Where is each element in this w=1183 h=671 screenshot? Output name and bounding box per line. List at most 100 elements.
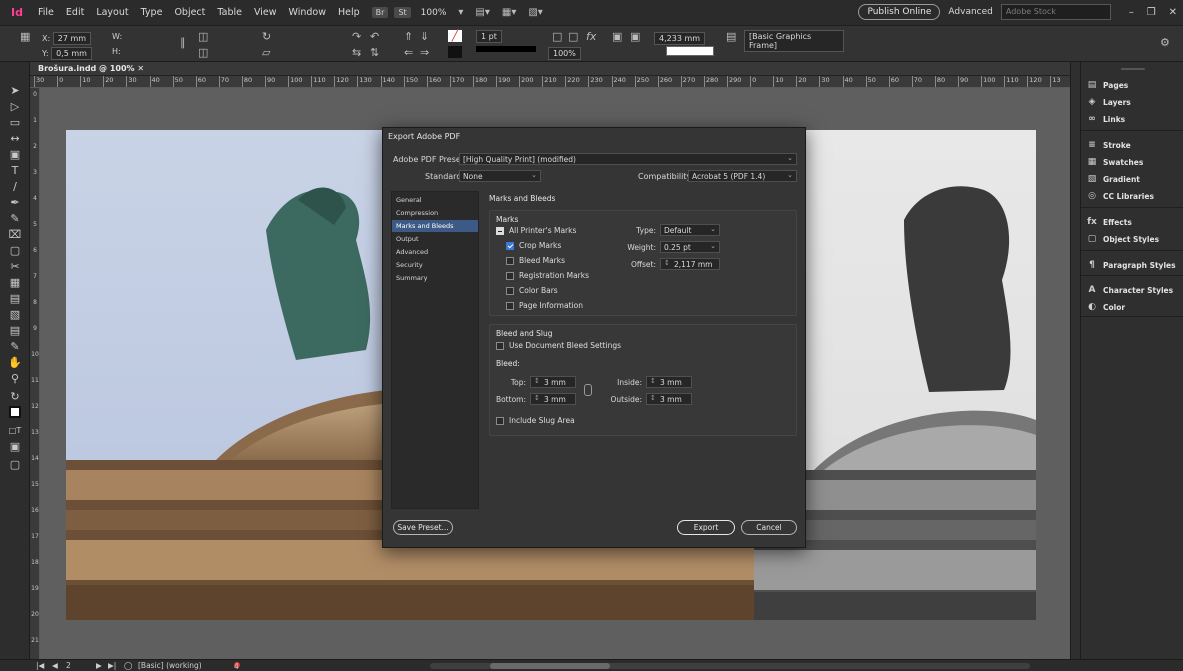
constrain-proportions-icon[interactable]: ∥ [180,36,186,49]
rectangle-tool-icon[interactable]: ▢ [7,244,23,258]
horizontal-scrollbar[interactable] [430,663,1030,669]
standard-select[interactable]: None ⌄ [459,170,541,182]
formatting-container-icon[interactable]: □T [7,424,23,438]
nav-output[interactable]: Output [392,233,478,245]
y-value[interactable]: 0,5 mm [51,47,92,60]
menu-help[interactable]: Help [332,7,366,18]
x-field[interactable]: X: 27 mm [42,32,92,45]
eyedropper-tool-icon[interactable]: ✎ [7,340,23,354]
arrange-documents-icon[interactable]: ▧▾ [528,7,542,18]
document-tab[interactable]: Brošura.indd @ 100% ✕ [38,64,144,73]
effects-fx-icon[interactable]: fx [586,30,596,43]
reference-point-icon[interactable]: ▦ [20,30,30,43]
opacity-value[interactable]: 100% [548,47,581,60]
panel-cc-libraries[interactable]: ◎ CC Libraries [1085,189,1154,203]
bleed-marks-checkbox[interactable]: Bleed Marks [506,256,565,265]
preset-select[interactable]: [High Quality Print] (modified) ⌄ [459,153,797,165]
gradient-swatch-tool-icon[interactable]: ▤ [7,292,23,306]
close-tab-icon[interactable]: ✕ [137,64,144,73]
panel-menu-icon[interactable]: ⚙ [1160,36,1170,49]
checkbox-unchecked[interactable] [496,416,504,425]
stroke-weight-field[interactable]: 1 pt [476,30,502,43]
scale-y-icon[interactable]: ◫ [198,46,208,59]
maximize-icon[interactable]: ❐ [1147,7,1156,18]
panel-layers[interactable]: ◈ Layers [1085,95,1131,109]
select-next-icon[interactable]: ⇒ [420,46,429,59]
menu-view[interactable]: View [248,7,283,18]
nav-advanced[interactable]: Advanced [392,246,478,258]
menu-layout[interactable]: Layout [90,7,134,18]
page-tool-icon[interactable]: ▭ [7,116,23,130]
gap-value[interactable]: 4,233 mm [654,32,706,45]
crop-marks-checkbox[interactable]: Crop Marks [506,241,561,250]
save-preset-button[interactable]: Save Preset... [393,520,453,535]
bleed-outside-field[interactable]: 3 mm [646,393,692,405]
panel-color[interactable]: ◐ Color [1085,300,1125,314]
content-collector-icon[interactable]: ▣ [7,148,23,162]
page-number-field[interactable]: 2 [66,661,71,670]
y-field[interactable]: Y: 0,5 mm [42,47,92,60]
panel-paragraph-styles[interactable]: ¶ Paragraph Styles [1085,258,1175,272]
swap-fill-stroke-icon[interactable]: ↻ [7,390,23,404]
panel-grip[interactable] [1121,68,1145,70]
rotate-90-cw-icon[interactable]: ↷ [352,30,361,43]
bleed-bottom-field[interactable]: 3 mm [530,393,576,405]
stroke-swatch-icon[interactable] [448,46,462,58]
minimize-icon[interactable]: – [1129,7,1134,18]
stock-button[interactable]: St [394,7,411,18]
last-page-icon[interactable]: ▶| [108,661,116,670]
pencil-tool-icon[interactable]: ✎ [7,212,23,226]
next-page-icon[interactable]: ▶ [96,661,102,670]
menu-table[interactable]: Table [211,7,248,18]
rotate-90-ccw-icon[interactable]: ↶ [370,30,379,43]
rectangle-frame-tool-icon[interactable]: ⌧ [7,228,23,242]
export-button[interactable]: Export [677,520,735,535]
w-field[interactable]: W: [112,32,122,41]
checkbox-unchecked[interactable] [506,301,514,310]
panel-swatches[interactable]: ▦ Swatches [1085,155,1144,169]
publish-online-button[interactable]: Publish Online [858,4,941,20]
color-bars-checkbox[interactable]: Color Bars [506,286,558,295]
workspace-switcher[interactable]: Advanced [948,7,992,17]
select-content-icon[interactable]: ⇓ [420,30,429,43]
previous-page-icon[interactable]: ◀ [52,661,58,670]
note-tool-icon[interactable]: ▤ [7,324,23,338]
panel-links[interactable]: ∞ Links [1085,112,1125,126]
corner-options-icon[interactable]: □ [568,30,578,43]
preflight-profile[interactable]: [Basic] (working) [138,661,202,670]
frame-fitting-icon[interactable]: □ [552,30,562,43]
panel-effects[interactable]: fx Effects [1085,215,1132,229]
checkbox-unchecked[interactable] [506,286,514,295]
object-style-select[interactable]: [Basic Graphics Frame] [744,30,844,52]
cancel-button[interactable]: Cancel [741,520,797,535]
bleed-inside-field[interactable]: 3 mm [646,376,692,388]
panel-pages[interactable]: ▤ Pages [1085,78,1129,92]
center-content-icon[interactable]: ▣ [630,30,640,43]
close-icon[interactable]: ✕ [1169,7,1177,18]
checkbox-unchecked[interactable] [506,256,514,265]
type-tool-icon[interactable]: T [7,164,23,178]
panel-stroke[interactable]: ≡ Stroke [1085,138,1131,152]
compatibility-select[interactable]: Acrobat 5 (PDF 1.4) ⌄ [688,170,797,182]
all-printers-marks-checkbox[interactable]: All Printer's Marks [496,226,576,235]
opacity-field[interactable]: 100% [548,47,581,60]
panel-gradient[interactable]: ▧ Gradient [1085,172,1140,186]
flip-horizontal-icon[interactable]: ⇆ [352,46,361,59]
select-container-icon[interactable]: ⇑ [404,30,413,43]
offset-field[interactable]: 2,117 mm [660,258,720,270]
shear-icon[interactable]: ▱ [262,46,270,59]
scale-x-icon[interactable]: ◫ [198,30,208,43]
page-information-checkbox[interactable]: Page Information [506,301,583,310]
stroke-type-select[interactable] [476,46,536,52]
scrollbar-thumb[interactable] [490,663,610,669]
bleed-top-field[interactable]: 3 mm [530,376,576,388]
screen-mode-icon[interactable]: ▢ [7,458,23,472]
nav-compression[interactable]: Compression [392,207,478,219]
select-previous-icon[interactable]: ⇐ [404,46,413,59]
fill-none-icon[interactable]: ╱ [448,30,462,42]
vertical-ruler[interactable]: 0 1 2 3 4 5 6 7 8 9 10 11 12 13 14 15 16 17 18 19 20 21 [30,88,40,659]
gap-field[interactable]: 4,233 mm [654,32,706,45]
h-field[interactable]: H: [112,47,121,56]
direct-selection-tool-icon[interactable]: ▷ [7,100,23,114]
fit-content-icon[interactable]: ▣ [612,30,622,43]
